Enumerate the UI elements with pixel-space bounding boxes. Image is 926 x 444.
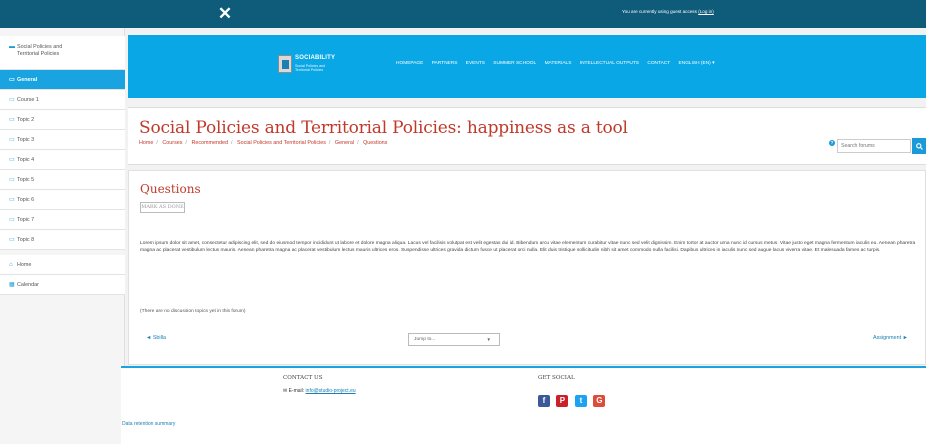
- drawer-item-topic-4[interactable]: ▭ Topic 4: [0, 150, 125, 170]
- course-name-line2: Territorial Policies: [17, 51, 60, 57]
- logo-tagline-line2: Territorial Policies: [295, 68, 324, 72]
- drawer-item-label: Calendar: [17, 282, 39, 288]
- folder-icon: ▭: [9, 217, 15, 223]
- next-activity-link[interactable]: Assignment ►: [873, 335, 908, 341]
- contact-heading: CONTACT US: [283, 375, 323, 381]
- nav-summer-school[interactable]: SUMMER SCHOOL: [493, 61, 536, 66]
- drawer-item-topic-7[interactable]: ▭ Topic 7: [0, 210, 125, 230]
- drawer-item-topic-8[interactable]: ▭ Topic 8: [0, 230, 125, 250]
- folder-icon: ▭: [9, 137, 15, 143]
- breadcrumb-separator: /: [328, 140, 331, 146]
- language-selector[interactable]: ENGLISH (EN) ▾: [679, 61, 715, 66]
- jump-to-label: Jump to...: [414, 337, 436, 342]
- guest-access-text: You are currently using guest access: [622, 9, 697, 14]
- drawer-item-label: Topic 3: [17, 137, 35, 143]
- calendar-icon: ▦: [9, 282, 15, 288]
- course-drawer: ▬ Social Policies and Territorial Policie…: [0, 28, 125, 444]
- facebook-icon[interactable]: f: [538, 395, 550, 407]
- course-icon: ▬: [9, 44, 15, 50]
- logo-wordmark: SOCIABILITY: [295, 55, 336, 61]
- folder-icon: ▭: [9, 97, 15, 103]
- nav-materials[interactable]: MATERIALS: [545, 61, 572, 66]
- drawer-item-general[interactable]: ▭ General: [0, 70, 125, 90]
- forum-heading: Questions: [140, 182, 201, 196]
- breadcrumb: Home / Courses / Recommended / Social Polic…: [139, 140, 387, 146]
- site-logo[interactable]: SOCIABILITY Social Policies and Territor…: [278, 53, 342, 77]
- breadcrumb-questions[interactable]: Questions: [363, 140, 387, 146]
- drawer-item-label: Topic 6: [17, 197, 35, 203]
- nav-contact[interactable]: CONTACT: [647, 61, 670, 66]
- close-drawer-icon[interactable]: ✕: [217, 4, 233, 24]
- breadcrumb-separator: /: [156, 140, 158, 146]
- page-title: Social Policies and Territorial Policies…: [139, 118, 628, 138]
- forum-description: Lorem ipsum dolor sit amet, consectetur …: [140, 241, 916, 254]
- drawer-item-calendar[interactable]: ▦ Calendar: [0, 275, 125, 295]
- drawer-item-label: Topic 5: [17, 177, 35, 183]
- folder-icon: ▭: [9, 177, 15, 183]
- breadcrumb-separator: /: [357, 140, 359, 146]
- folder-icon: ▭: [9, 157, 15, 163]
- logo-tagline: Social Policies and Territorial Policies: [295, 64, 325, 72]
- pinterest-icon[interactable]: P: [556, 395, 569, 407]
- logo-icon: [278, 55, 292, 73]
- nav-events[interactable]: EVENTS: [466, 61, 485, 66]
- course-name-line1: Social Policies and: [17, 44, 63, 50]
- data-retention-link[interactable]: Data retention summary: [122, 421, 175, 427]
- breadcrumb-general[interactable]: General: [335, 140, 354, 146]
- drawer-item-label: Topic 7: [17, 217, 35, 223]
- guest-access-notice: You are currently using guest access (Lo…: [622, 9, 714, 14]
- search-button[interactable]: [912, 138, 926, 154]
- page-header: Social Policies and Territorial Policies…: [128, 107, 926, 165]
- drawer-item-topic-5[interactable]: ▭ Topic 5: [0, 170, 125, 190]
- nav-intellectual-outputs[interactable]: INTELLECTUAL OUTPUTS: [580, 61, 639, 66]
- breadcrumb-courses[interactable]: Courses: [162, 140, 182, 146]
- drawer-item-label: Topic 8: [17, 237, 35, 243]
- site-header: SOCIABILITY Social Policies and Territor…: [128, 35, 926, 98]
- envelope-icon: ✉: [283, 388, 288, 394]
- top-navbar: ✕ You are currently using guest access (…: [0, 0, 926, 28]
- twitter-icon[interactable]: t: [574, 395, 587, 407]
- search-icon: [915, 143, 923, 150]
- nav-partners[interactable]: PARTNERS: [432, 61, 458, 66]
- drawer-item-label: Topic 4: [17, 157, 35, 163]
- drawer-item-label: Topic 2: [17, 117, 35, 123]
- home-icon: ⌂: [9, 262, 13, 268]
- mark-as-done-button[interactable]: MARK AS DONE: [140, 202, 185, 213]
- empty-forum-note: (There are no discussion topics yet in t…: [140, 309, 246, 314]
- breadcrumb-separator: /: [231, 140, 233, 146]
- drawer-item-topic-2[interactable]: ▭ Topic 2: [0, 110, 125, 130]
- breadcrumb-recommended[interactable]: Recommended: [191, 140, 228, 146]
- chevron-down-icon: ▼: [486, 337, 491, 342]
- nav-homepage[interactable]: HOMEPAGE: [396, 61, 423, 66]
- forum-content: Questions MARK AS DONE Lorem ipsum dolor…: [128, 170, 926, 365]
- folder-icon: ▭: [9, 117, 15, 123]
- folder-icon: ▭: [9, 197, 15, 203]
- main-nav: HOMEPAGE PARTNERS EVENTS SUMMER SCHOOL M…: [396, 61, 722, 66]
- drawer-item-course-1[interactable]: ▭ Course 1: [0, 90, 125, 110]
- folder-icon: ▭: [9, 77, 15, 83]
- drawer-item-topic-6[interactable]: ▭ Topic 6: [0, 190, 125, 210]
- site-footer: CONTACT US ✉ E-mail: info@studio-project…: [121, 366, 926, 444]
- folder-icon: ▭: [9, 237, 15, 243]
- google-plus-icon[interactable]: G: [593, 395, 606, 407]
- drawer-course-link[interactable]: ▬ Social Policies and Territorial Policie…: [0, 36, 125, 70]
- drawer-item-home[interactable]: ⌂ Home: [0, 255, 125, 275]
- drawer-item-topic-3[interactable]: ▭ Topic 3: [0, 130, 125, 150]
- drawer-item-label: General: [17, 77, 38, 83]
- search-forums-input[interactable]: [837, 139, 911, 153]
- drawer-item-label: Home: [17, 262, 32, 268]
- email-link[interactable]: info@studio-project.eu: [306, 388, 356, 394]
- help-icon[interactable]: ?: [829, 140, 835, 146]
- drawer-item-label: Course 1: [17, 97, 39, 103]
- social-links: f P t G: [538, 390, 607, 408]
- breadcrumb-separator: /: [185, 140, 187, 146]
- breadcrumb-home[interactable]: Home: [139, 140, 153, 146]
- login-link[interactable]: (Log in): [698, 9, 714, 14]
- breadcrumb-course[interactable]: Social Policies and Territorial Policies: [237, 140, 326, 146]
- previous-activity-link[interactable]: ◄ Sbilla: [146, 335, 166, 341]
- contact-email: ✉ E-mail: info@studio-project.eu: [283, 388, 356, 394]
- jump-to-select[interactable]: Jump to... ▼: [408, 333, 500, 346]
- social-heading: GET SOCIAL: [538, 375, 575, 381]
- email-label: E-mail:: [288, 388, 305, 394]
